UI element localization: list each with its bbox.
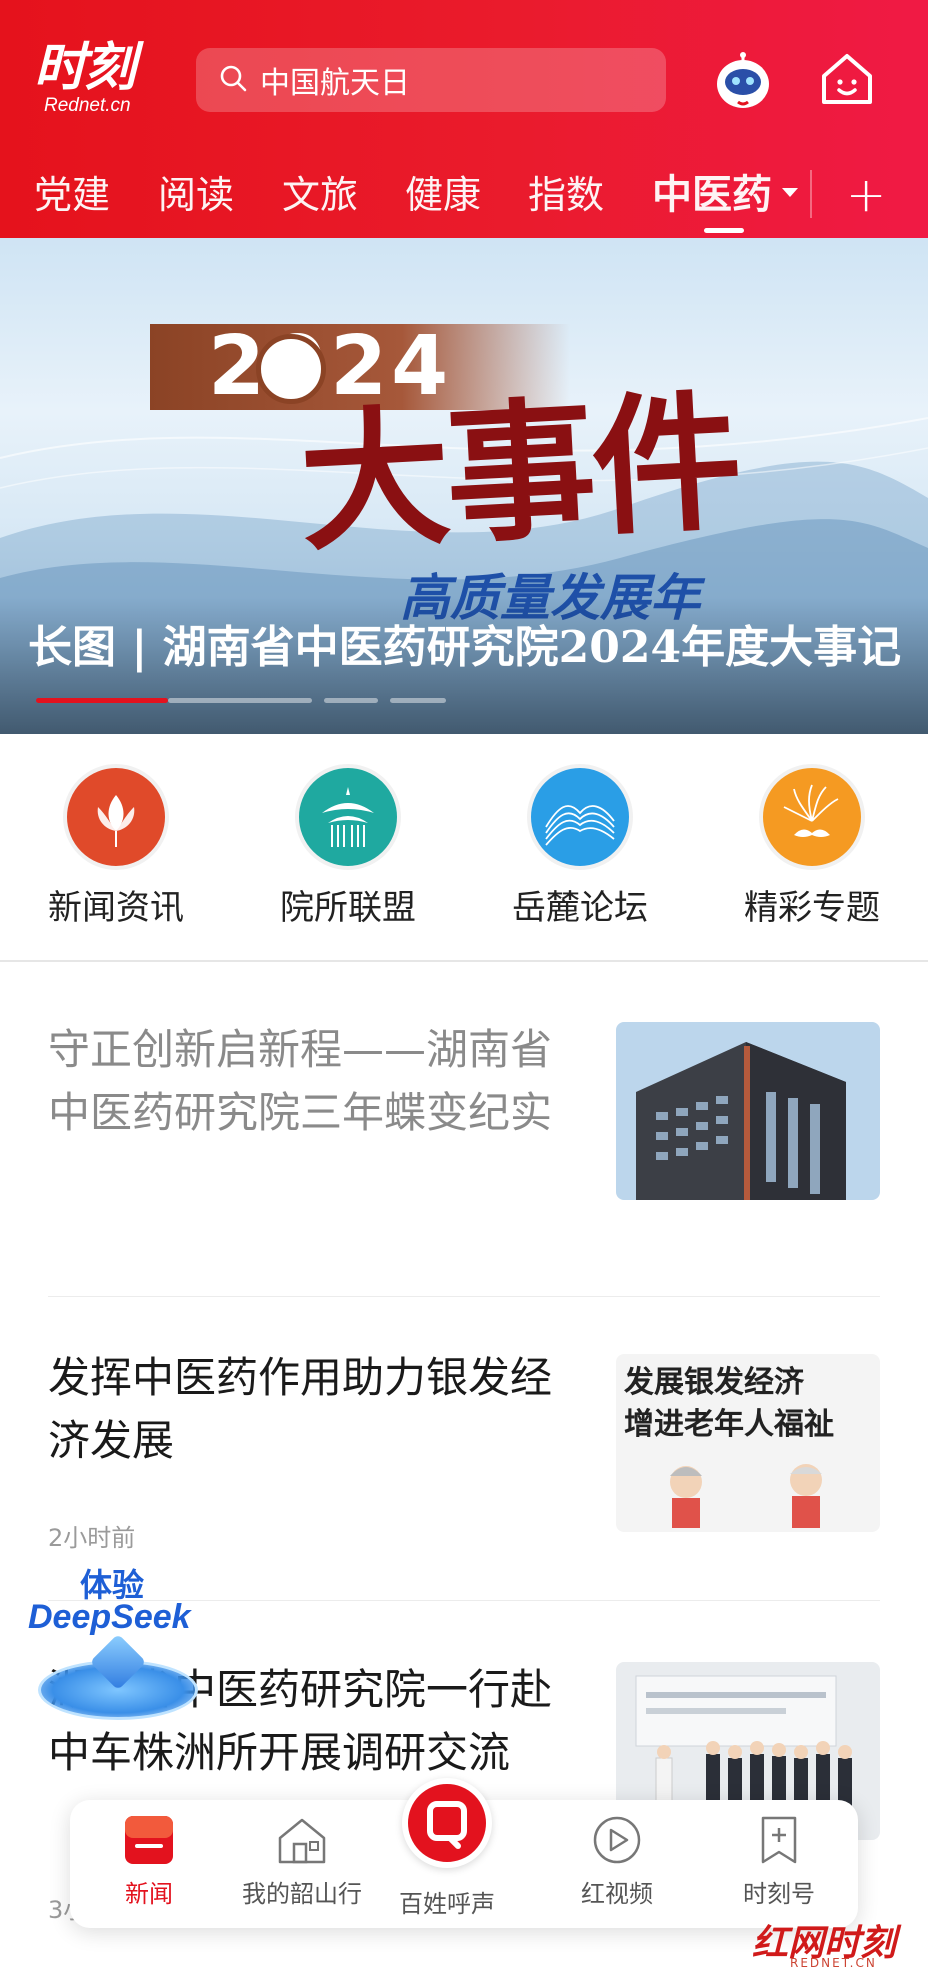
channel-label: 院所联盟: [280, 888, 416, 928]
app-logo[interactable]: 时刻 Rednet.cn: [34, 40, 164, 118]
news-title: 守正创新启新程——湖南省中医药研究院三年蝶变纪实: [48, 1025, 553, 1137]
nav-label: 百姓呼声: [399, 1890, 495, 1918]
deepseek-label: DeepSeek: [28, 1598, 191, 1636]
active-tab-indicator: [704, 228, 744, 233]
channel-shortcuts: 新闻资讯 院所联盟 岳麓论坛 精彩专题: [0, 734, 928, 962]
chevron-down-icon[interactable]: [782, 188, 798, 197]
house-icon: [274, 1812, 330, 1868]
channel-special[interactable]: 精彩专题: [712, 764, 912, 944]
channel-label: 精彩专题: [744, 888, 880, 928]
channel-alliance[interactable]: 院所联盟: [248, 764, 448, 944]
logo-sub-text: Rednet.cn: [44, 95, 131, 116]
nav-label: 我的韶山行: [242, 1880, 362, 1908]
rednet-watermark-sub: REDNET.CN: [790, 1956, 877, 1970]
banner-caption: 长图 | 湖南省中医药研究院2024年度大事记: [28, 622, 902, 673]
tab-dangjian[interactable]: 党建: [34, 160, 110, 230]
play-icon: [589, 1812, 645, 1868]
institute-seal-icon: [256, 334, 326, 404]
banner-big-title: 大事件: [295, 373, 743, 573]
bookmark-plus-icon: [751, 1812, 807, 1868]
news-thumbnail-poster: 发展银发经济 增进老年人福祉: [616, 1354, 880, 1532]
logo-main-text: 时刻: [34, 37, 136, 98]
channel-label: 岳麓论坛: [512, 888, 648, 928]
carousel-dot: [324, 698, 378, 703]
search-icon: [218, 63, 248, 97]
carousel-dot-active: [36, 698, 168, 703]
pavilion-icon: [295, 764, 401, 870]
tab-divider: [810, 170, 812, 218]
news-thumbnail-building: [616, 1022, 880, 1200]
lotus-icon: [63, 764, 169, 870]
nav-red-video[interactable]: 红视频: [542, 1800, 692, 1928]
section-divider: [0, 960, 928, 962]
add-channel-button[interactable]: +: [846, 160, 886, 230]
search-bar[interactable]: 中国航天日: [196, 48, 666, 112]
carousel-dot: [168, 698, 312, 703]
tab-wenlv[interactable]: 文旅: [282, 160, 358, 230]
voice-icon: [402, 1778, 492, 1868]
tab-zhongyiyao[interactable]: 中医药: [652, 160, 772, 230]
nav-shikehao[interactable]: 时刻号: [704, 1800, 854, 1928]
bottom-navigation: 新闻 我的韶山行 百姓呼声 红视频 时刻号: [70, 1778, 858, 1928]
news-item[interactable]: 守正创新启新程——湖南省中医药研究院三年蝶变纪实: [48, 1018, 880, 1218]
nav-news[interactable]: 新闻: [74, 1800, 224, 1928]
nav-label: 时刻号: [743, 1880, 815, 1908]
firework-icon: [759, 764, 865, 870]
nav-label: 新闻: [125, 1880, 173, 1908]
search-placeholder: 中国航天日: [260, 66, 410, 101]
news-item[interactable]: 发挥中医药作用助力银发经济发展 发展银发经济 增进老年人福祉 2小时前: [48, 1346, 880, 1566]
nav-label: 红视频: [581, 1880, 653, 1908]
app-header: 时刻 Rednet.cn 中国航天日 党建 阅读 文旅 健康 指数 中医药 +: [0, 0, 928, 238]
channel-forum[interactable]: 岳麓论坛: [480, 764, 680, 944]
tab-zhishu[interactable]: 指数: [528, 160, 604, 230]
hero-banner[interactable]: 2024 大事件 高质量发展年 长图 | 湖南省中医药研究院2024年度大事记: [0, 238, 928, 734]
home-icon[interactable]: [816, 48, 878, 110]
nav-shaoshan[interactable]: 我的韶山行: [227, 1800, 377, 1928]
news-timestamp: 2小时前: [48, 1524, 136, 1552]
deepseek-floating-button[interactable]: 体验 DeepSeek: [28, 1560, 208, 1740]
tab-jiankang[interactable]: 健康: [405, 160, 481, 230]
mountain-wave-icon: [527, 764, 633, 870]
news-title: 发挥中医药作用助力银发经济发展: [48, 1353, 553, 1465]
channel-label: 新闻资讯: [48, 888, 184, 928]
nav-voice[interactable]: 百姓呼声: [372, 1778, 522, 1928]
carousel-dot: [390, 698, 446, 703]
news-icon: [121, 1812, 177, 1868]
channel-news[interactable]: 新闻资讯: [16, 764, 216, 944]
news-separator: [48, 1296, 880, 1297]
tab-yuedu[interactable]: 阅读: [158, 160, 234, 230]
robot-assistant-icon[interactable]: [712, 50, 774, 112]
